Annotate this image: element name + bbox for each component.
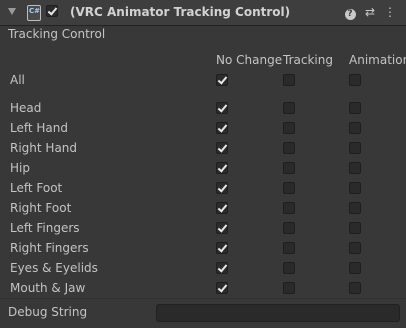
row-label: Eyes & Eyelids [10,261,98,275]
column-header-animation: Animation [349,53,406,67]
checkbox-animation[interactable] [349,202,361,214]
row-label: Left Hand [10,121,68,135]
checkbox-animation[interactable] [349,262,361,274]
checkbox-tracking[interactable] [283,162,295,174]
checkbox-tracking[interactable] [283,142,295,154]
row-label: All [10,73,25,87]
checkbox-animation[interactable] [349,242,361,254]
section-label: Tracking Control [8,27,106,41]
row-label: Head [10,101,42,115]
checkbox-tracking[interactable] [283,202,295,214]
column-header-no-change: No Change [216,53,283,67]
checkbox-no-change[interactable] [216,102,228,114]
row-label: Left Foot [10,181,63,195]
script-icon [27,5,41,21]
debug-string-label: Debug String [8,305,88,319]
presets-icon[interactable]: ⇄ [362,4,378,20]
checkbox-animation[interactable] [349,122,361,134]
checkbox-tracking[interactable] [283,222,295,234]
checkbox-animation[interactable] [349,162,361,174]
checkbox-animation[interactable] [349,182,361,194]
checkbox-animation[interactable] [349,282,361,294]
row-label: Left Fingers [10,221,80,235]
checkbox-no-change[interactable] [216,242,228,254]
divider [0,298,406,299]
help-icon[interactable]: ? [342,4,358,20]
row-label: Hip [10,161,30,175]
checkbox-no-change[interactable] [216,282,228,294]
checkbox-tracking[interactable] [283,182,295,194]
checkbox-tracking[interactable] [283,102,295,114]
row-label: Right Fingers [10,241,89,255]
checkbox-no-change[interactable] [216,222,228,234]
checkbox-no-change[interactable] [216,202,228,214]
component-header: (VRC Animator Tracking Control) ? ⇄ ⋮ [0,0,406,26]
row-label: Right Hand [10,141,78,155]
checkbox-tracking[interactable] [283,122,295,134]
menu-icon[interactable]: ⋮ [382,4,398,20]
checkbox-no-change[interactable] [216,142,228,154]
checkbox-no-change[interactable] [216,122,228,134]
checkbox-tracking[interactable] [283,282,295,294]
checkbox-animation[interactable] [349,222,361,234]
checkbox-no-change[interactable] [216,162,228,174]
checkbox-no-change[interactable] [216,74,228,86]
checkbox-tracking[interactable] [283,242,295,254]
column-header-tracking: Tracking [283,53,333,67]
row-label: Right Foot [10,201,72,215]
checkbox-no-change[interactable] [216,182,228,194]
checkbox-no-change[interactable] [216,262,228,274]
checkbox-animation[interactable] [349,142,361,154]
row-label: Mouth & Jaw [10,281,86,295]
checkbox-animation[interactable] [349,102,361,114]
checkbox-tracking[interactable] [283,262,295,274]
foldout-arrow-icon[interactable] [8,8,16,15]
checkbox-animation[interactable] [349,74,361,86]
component-enabled-checkbox[interactable] [46,5,58,17]
component-title: (VRC Animator Tracking Control) [70,5,291,19]
checkbox-tracking[interactable] [283,74,295,86]
debug-string-field[interactable] [156,304,400,322]
